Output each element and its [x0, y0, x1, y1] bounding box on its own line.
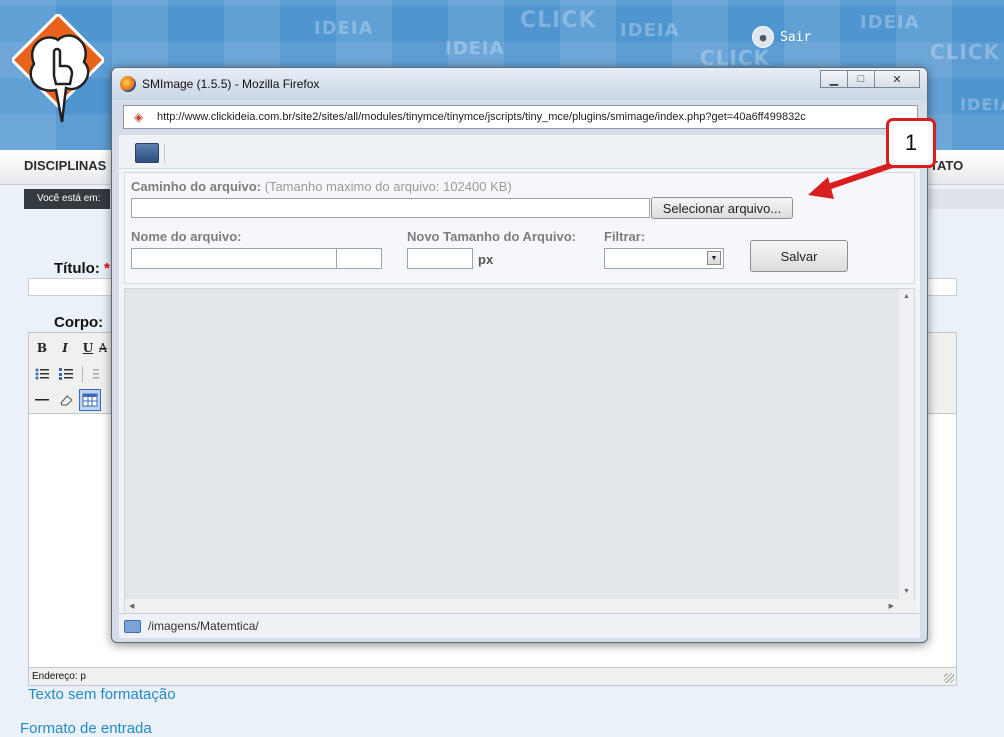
file-name-input[interactable]: [131, 248, 337, 269]
close-button[interactable]: ✕: [874, 70, 920, 88]
title-label: Título: *: [54, 260, 110, 277]
italic-icon[interactable]: I: [56, 339, 74, 357]
file-path-input[interactable]: [131, 198, 650, 218]
image-icon[interactable]: [135, 143, 159, 163]
outdent-icon[interactable]: [89, 365, 99, 383]
scroll-down-icon[interactable]: ▼: [903, 588, 910, 595]
header-watermark-text: CLICK: [930, 40, 1001, 64]
editor-status-path: Endereço: p: [29, 667, 956, 685]
scroll-up-icon[interactable]: ▲: [903, 293, 910, 300]
header-watermark-text: IDEIA: [314, 18, 374, 39]
horizontal-rule-icon[interactable]: [33, 391, 51, 409]
filter-select[interactable]: ▼: [604, 248, 724, 269]
image-list-area[interactable]: ▲ ▼ ◀ ▶: [124, 288, 916, 615]
input-format-link[interactable]: Formato de entrada: [20, 720, 152, 737]
address-url: http://www.clickideia.com.br/site2/sites…: [157, 111, 806, 123]
header-watermark-text: CLICK: [520, 8, 597, 33]
browse-file-button[interactable]: Selecionar arquivo...: [651, 197, 793, 219]
toolbar-separator: [82, 366, 83, 382]
folder-icon: [124, 620, 141, 633]
header-watermark-text: IDEIA: [860, 12, 920, 33]
file-path-label: Caminho do arquivo: (Tamanho maximo do a…: [131, 179, 512, 194]
site-identity-icon[interactable]: ◈: [134, 110, 148, 124]
minimize-button[interactable]: ▁: [820, 70, 848, 88]
body-label: Corpo:: [54, 314, 104, 331]
new-size-input[interactable]: [407, 248, 473, 269]
eraser-icon[interactable]: [57, 391, 75, 409]
maximize-button[interactable]: □: [847, 70, 875, 88]
chevron-down-icon[interactable]: ▼: [707, 251, 721, 265]
scroll-left-icon[interactable]: ◀: [129, 602, 134, 610]
title-label-text: Título:: [54, 260, 100, 277]
new-size-label: Novo Tamanho do Arquivo:: [407, 229, 576, 244]
logout-link[interactable]: ● Sair: [752, 26, 811, 48]
window-title: SMImage (1.5.5) - Mozilla Firefox: [142, 77, 320, 91]
vertical-scrollbar[interactable]: ▲ ▼: [899, 289, 914, 599]
upload-panel: Caminho do arquivo: (Tamanho maximo do a…: [124, 172, 915, 284]
scroll-right-icon[interactable]: ▶: [889, 602, 894, 610]
logout-label: Sair: [780, 29, 812, 45]
bold-icon[interactable]: B: [33, 339, 51, 357]
status-bar: /imagens/Matemtica/: [119, 613, 920, 638]
lock-icon: ●: [752, 26, 774, 48]
firefox-icon: [120, 76, 136, 92]
file-name-label: Nome do arquivo:: [131, 229, 242, 244]
underline-icon[interactable]: U: [79, 339, 97, 357]
plain-text-link[interactable]: Texto sem formatação: [28, 686, 176, 703]
size-unit-label: px: [478, 252, 494, 267]
required-mark: *: [104, 260, 110, 277]
nav-item-disciplinas[interactable]: DISCIPLINAS: [24, 158, 106, 173]
strikethrough-icon[interactable]: A: [99, 339, 107, 357]
filter-label: Filtrar:: [604, 229, 646, 244]
address-bar[interactable]: ◈ http://www.clickideia.com.br/site2/sit…: [123, 105, 918, 129]
toolbar-separator: [164, 143, 165, 163]
file-size-note: (Tamanho maximo do arquivo: 102400 KB): [264, 179, 512, 194]
file-extension-input[interactable]: [336, 248, 382, 269]
callout-number-badge: 1: [886, 118, 936, 168]
save-button[interactable]: Salvar: [750, 240, 848, 272]
window-controls: ▁ □ ✕: [820, 70, 920, 88]
table-icon[interactable]: [79, 389, 101, 411]
resize-handle[interactable]: [944, 673, 954, 683]
site-logo[interactable]: [12, 14, 104, 134]
header-watermark-text: IDEIA: [445, 38, 505, 59]
header-watermark-text: IDEIA: [960, 95, 1004, 114]
header-watermark-text: IDEIA: [620, 20, 680, 41]
current-folder-path: /imagens/Matemtica/: [148, 619, 259, 633]
numbered-list-icon[interactable]: [57, 365, 75, 383]
window-titlebar[interactable]: SMImage (1.5.5) - Mozilla Firefox ▁ □ ✕: [112, 68, 927, 100]
file-path-label-text: Caminho do arquivo:: [131, 179, 261, 194]
horizontal-scrollbar[interactable]: ◀ ▶: [125, 599, 916, 614]
bullet-list-icon[interactable]: [33, 365, 51, 383]
smimage-popup-window: SMImage (1.5.5) - Mozilla Firefox ▁ □ ✕ …: [111, 67, 928, 643]
breadcrumb: Você está em:: [24, 189, 110, 209]
